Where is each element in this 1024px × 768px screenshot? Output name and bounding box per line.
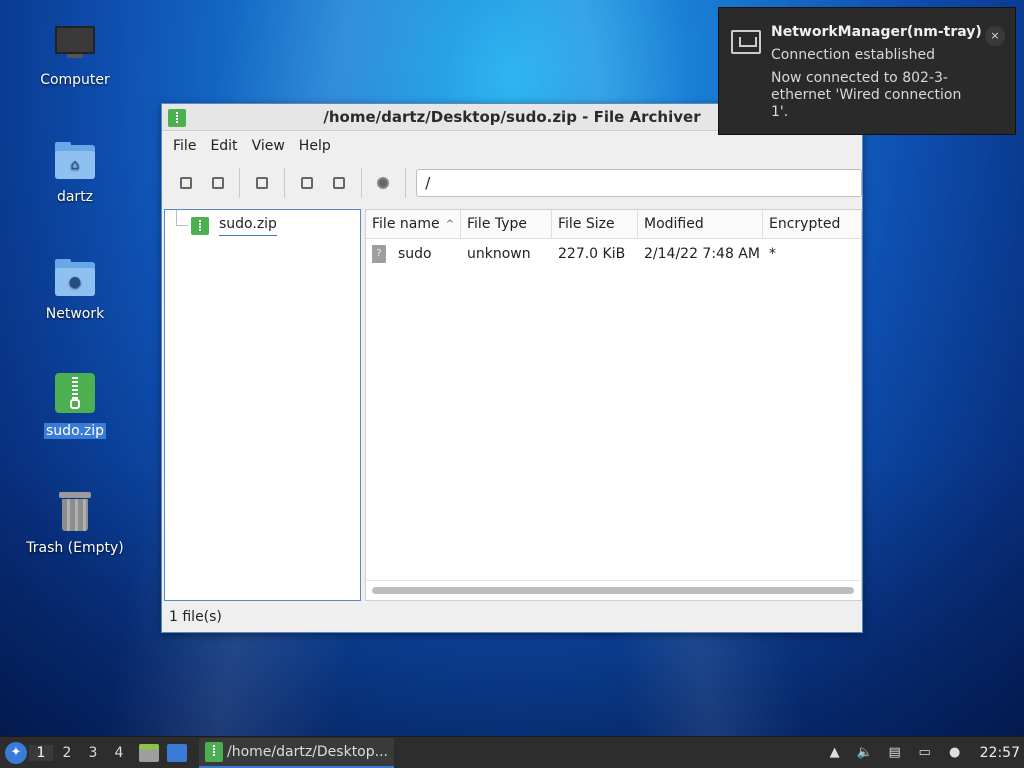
menubar: File Edit View Help bbox=[162, 131, 862, 161]
show-desktop-icon[interactable] bbox=[167, 743, 187, 762]
path-field[interactable]: / bbox=[416, 169, 862, 197]
cell-modified: 2/14/22 7:48 AM bbox=[644, 246, 760, 262]
computer-icon bbox=[53, 22, 97, 66]
toolbar-separator bbox=[360, 168, 362, 198]
stop-button[interactable] bbox=[370, 169, 398, 197]
zip-archive-icon bbox=[191, 217, 209, 235]
table-row[interactable]: ? sudo unknown 227.0 KiB 2/14/22 7:48 AM… bbox=[366, 239, 861, 269]
column-header-modified[interactable]: Modified bbox=[638, 210, 763, 238]
add-file-icon bbox=[300, 177, 313, 189]
folder-tree-pane: sudo.zip bbox=[164, 209, 361, 601]
open-archive-icon bbox=[211, 177, 224, 189]
toolbar: / bbox=[162, 161, 862, 205]
menu-file[interactable]: File bbox=[166, 134, 203, 158]
desktop-icon-sudo-zip[interactable]: sudo.zip bbox=[20, 373, 130, 439]
menu-view[interactable]: View bbox=[245, 134, 292, 158]
column-header-file-name[interactable]: File name ^ bbox=[366, 210, 461, 238]
extract-icon bbox=[256, 177, 269, 189]
update-notifier-icon[interactable]: ● bbox=[945, 744, 965, 762]
tree-item-label: sudo.zip bbox=[219, 216, 277, 236]
clock[interactable]: 22:57 bbox=[980, 745, 1020, 761]
desktop-switcher-3[interactable]: 3 bbox=[81, 745, 105, 761]
open-archive-button[interactable] bbox=[204, 169, 232, 197]
desktop-icon-label: Network bbox=[45, 306, 105, 322]
toolbar-separator bbox=[284, 168, 286, 198]
zip-archive-icon bbox=[53, 373, 97, 417]
extract-button[interactable] bbox=[248, 169, 276, 197]
desktop-icon-home[interactable]: ⌂ dartz bbox=[20, 139, 130, 205]
cell-file-size: 227.0 KiB bbox=[558, 246, 626, 262]
clipboard-icon[interactable]: ▤ bbox=[885, 744, 905, 762]
file-manager-launcher-icon[interactable] bbox=[139, 743, 159, 762]
toolbar-separator bbox=[405, 168, 407, 198]
desktop-icon-computer[interactable]: Computer bbox=[20, 22, 130, 88]
desktop-icon-trash[interactable]: Trash (Empty) bbox=[20, 490, 130, 556]
column-header-encrypted[interactable]: Encrypted bbox=[763, 210, 861, 238]
add-file-button[interactable] bbox=[293, 169, 321, 197]
tree-item-root[interactable]: sudo.zip bbox=[173, 210, 277, 236]
network-folder-icon: ● bbox=[53, 256, 97, 300]
list-header: File name ^ File Type File Size Modified… bbox=[366, 210, 861, 239]
desktop-icon-label: Trash (Empty) bbox=[26, 540, 124, 556]
notification-body: Now connected to 802-3-ethernet 'Wired c… bbox=[771, 70, 962, 120]
network-notification[interactable]: NetworkManager(nm-tray) Connection estab… bbox=[718, 7, 1016, 135]
start-menu-button[interactable]: ✦ bbox=[5, 741, 27, 764]
menu-help[interactable]: Help bbox=[292, 134, 338, 158]
archive-app-icon bbox=[168, 109, 186, 127]
zip-archive-icon bbox=[205, 741, 223, 762]
toolbar-separator bbox=[239, 168, 241, 198]
add-folder-icon bbox=[332, 177, 345, 189]
taskbar: ✦ 1 2 3 4 /home/dartz/Desktop... ▲ 🔈 ▤ ▭… bbox=[0, 736, 1024, 768]
eject-icon[interactable]: ▲ bbox=[825, 744, 845, 762]
home-folder-icon: ⌂ bbox=[53, 139, 97, 183]
status-bar: 1 file(s) bbox=[162, 602, 862, 632]
trash-icon bbox=[53, 490, 97, 534]
notification-subtitle: Connection established bbox=[771, 47, 935, 63]
network-icon[interactable]: ▭ bbox=[915, 744, 935, 762]
horizontal-scrollbar-track bbox=[366, 580, 861, 600]
horizontal-scrollbar[interactable] bbox=[372, 587, 854, 594]
system-tray: ▲ 🔈 ▤ ▭ ● 22:57 bbox=[820, 744, 1024, 762]
menu-edit[interactable]: Edit bbox=[203, 134, 244, 158]
cell-file-type: unknown bbox=[467, 246, 531, 262]
cell-encrypted: * bbox=[769, 246, 776, 262]
add-folder-button[interactable] bbox=[325, 169, 353, 197]
column-header-file-type[interactable]: File Type bbox=[461, 210, 552, 238]
stop-icon bbox=[377, 177, 390, 189]
desktop-switcher-1[interactable]: 1 bbox=[29, 744, 53, 761]
desktop-icon-label: sudo.zip bbox=[44, 423, 106, 439]
desktop-icon-label: dartz bbox=[56, 189, 94, 205]
volume-icon[interactable]: 🔈 bbox=[855, 744, 875, 762]
column-header-file-size[interactable]: File Size bbox=[552, 210, 638, 238]
file-list-pane: File name ^ File Type File Size Modified… bbox=[365, 209, 862, 601]
desktop-icon-label: Computer bbox=[40, 72, 110, 88]
cell-file-name: ? sudo bbox=[366, 245, 461, 263]
taskbar-task-file-archiver[interactable]: /home/dartz/Desktop... bbox=[199, 737, 394, 768]
desktop-switcher-2[interactable]: 2 bbox=[55, 745, 79, 761]
desktop-switcher-4[interactable]: 4 bbox=[107, 745, 131, 761]
sort-ascending-icon: ^ bbox=[445, 218, 454, 230]
file-archiver-window: /home/dartz/Desktop/sudo.zip - File Arch… bbox=[161, 103, 863, 633]
close-notification-button[interactable]: × bbox=[985, 26, 1005, 46]
unknown-file-icon: ? bbox=[372, 245, 386, 263]
ethernet-icon bbox=[731, 30, 761, 54]
task-label: /home/dartz/Desktop... bbox=[227, 743, 388, 760]
desktop-icon-network[interactable]: ● Network bbox=[20, 256, 130, 322]
new-archive-button[interactable] bbox=[172, 169, 200, 197]
new-archive-icon bbox=[179, 177, 192, 189]
notification-title: NetworkManager(nm-tray) bbox=[771, 24, 982, 40]
